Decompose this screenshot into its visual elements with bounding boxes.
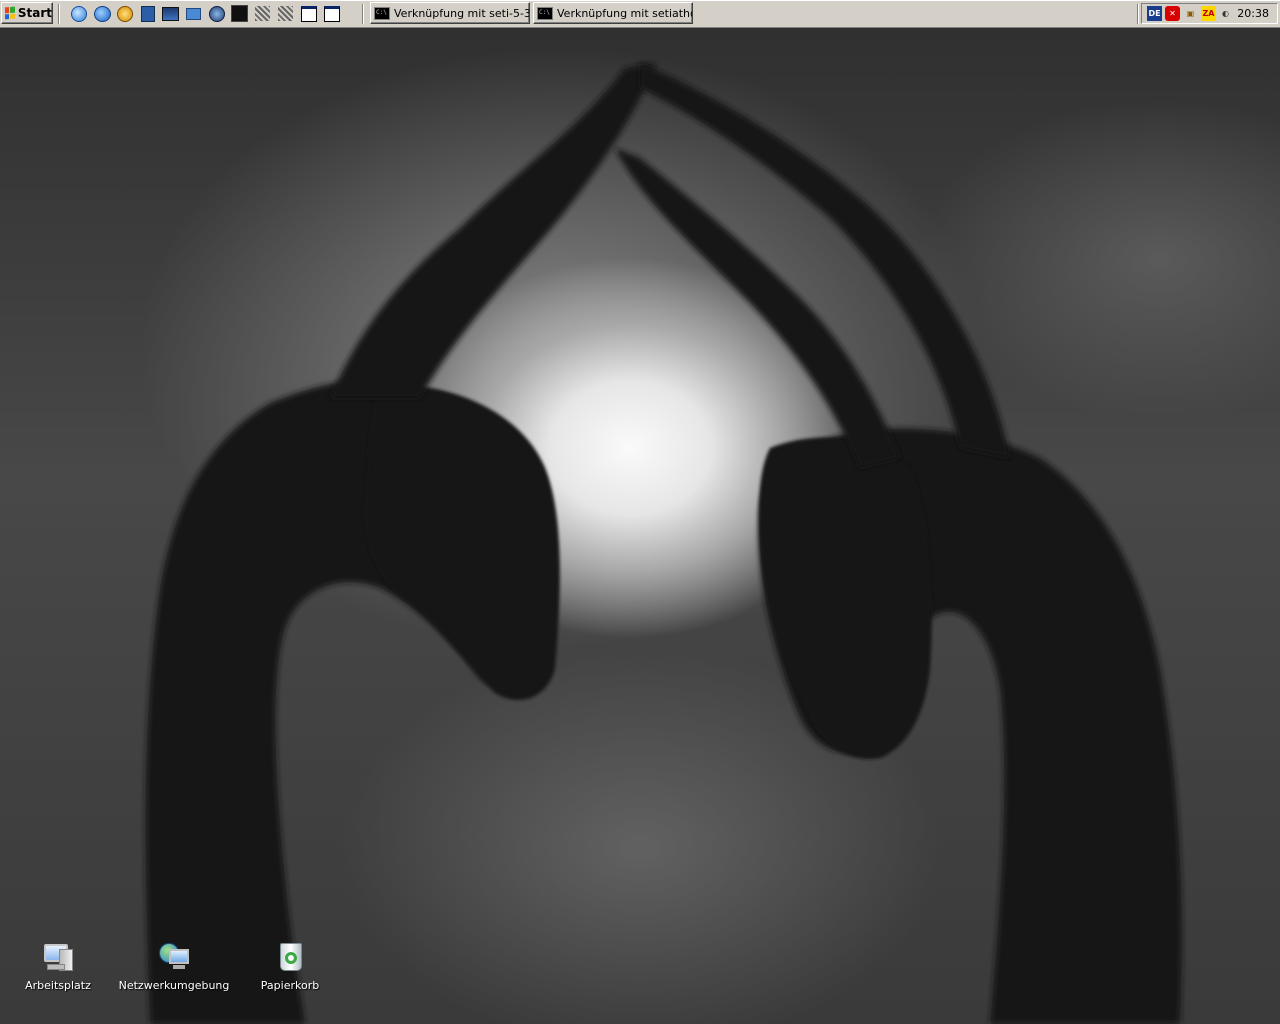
- task-button-seti-5-3[interactable]: C:\ Verknüpfung mit seti-5-3...: [370, 2, 530, 24]
- taskbar: Start C:\ Verknüpfung mit seti-5-3... C:…: [0, 0, 1280, 28]
- wallpaper-dancers-silhouette: [145, 63, 1182, 1024]
- task-button-setiatho[interactable]: C:\ Verknüpfung mit setiatho...: [533, 2, 693, 24]
- desktop-icon-label: Papierkorb: [260, 979, 320, 992]
- speaker-icon[interactable]: ◐: [1218, 6, 1233, 21]
- desktop-icon-label: Netzwerkumgebung: [118, 979, 230, 992]
- window-icon-1[interactable]: [300, 5, 317, 22]
- system-tray: DE ✕ ▣ ZA ◐ 20:38: [1141, 3, 1278, 24]
- computer-icon: [41, 941, 75, 973]
- grid-icon-1[interactable]: [254, 5, 271, 22]
- start-label: Start: [17, 6, 52, 20]
- antivirus-icon[interactable]: ✕: [1165, 6, 1180, 21]
- desktop-icon-papierkorb[interactable]: Papierkorb: [242, 941, 338, 992]
- recycle-bin-icon: [273, 941, 307, 973]
- task-label: Verknüpfung mit seti-5-3...: [394, 6, 530, 20]
- desktop-icon-arbeitsplatz[interactable]: Arbeitsplatz: [10, 941, 106, 992]
- network-icon[interactable]: [139, 5, 156, 22]
- taskbar-separator: [1137, 4, 1139, 24]
- taskbar-separator: [58, 4, 60, 24]
- task-label: Verknüpfung mit setiatho...: [557, 6, 693, 20]
- desktop-icon-netzwerkumgebung[interactable]: Netzwerkumgebung: [119, 941, 229, 992]
- window-icon-2[interactable]: [323, 5, 340, 22]
- printer-icon[interactable]: ▣: [1183, 6, 1198, 21]
- seti-icon[interactable]: [231, 5, 248, 22]
- media-player-icon[interactable]: [116, 5, 133, 22]
- desktop[interactable]: Arbeitsplatz Netzwerkumgebung Papierkorb: [0, 28, 1280, 1024]
- tv-icon[interactable]: [162, 5, 179, 22]
- start-button[interactable]: Start: [1, 2, 53, 24]
- desktop-icon-label: Arbeitsplatz: [25, 979, 91, 992]
- language-indicator[interactable]: DE: [1147, 6, 1162, 21]
- clock[interactable]: 20:38: [1237, 7, 1269, 20]
- internet-explorer-icon[interactable]: [94, 5, 111, 22]
- messenger-icon[interactable]: [185, 5, 202, 22]
- browser-icon[interactable]: [208, 5, 225, 22]
- taskbar-separator: [362, 4, 364, 24]
- grid-icon-2[interactable]: [277, 5, 294, 22]
- cmd-icon: C:\: [537, 6, 553, 20]
- outlook-express-icon[interactable]: [70, 5, 87, 22]
- windows-logo-icon: [5, 6, 15, 20]
- network-neighborhood-icon: [157, 941, 191, 973]
- cmd-icon: C:\: [374, 6, 390, 20]
- zonealarm-icon[interactable]: ZA: [1201, 6, 1216, 21]
